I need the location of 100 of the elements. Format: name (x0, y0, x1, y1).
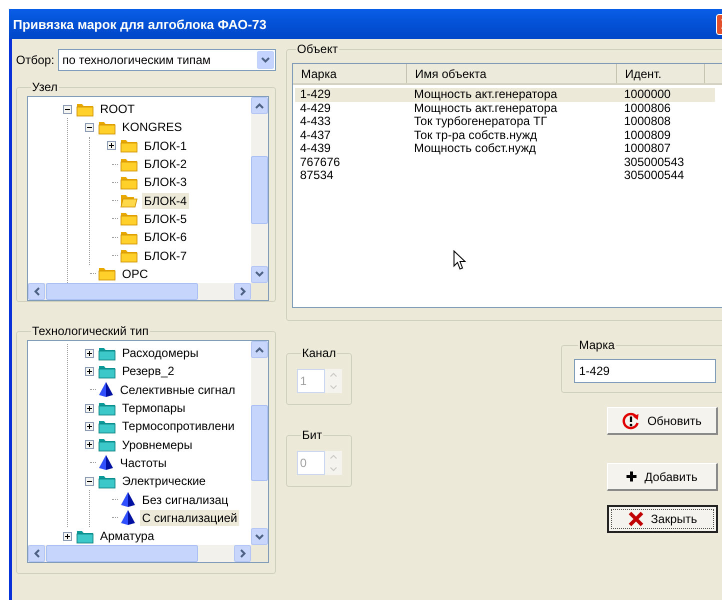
tree-item[interactable]: Без сигнализац (140, 492, 230, 508)
table-cell: 1000807 (624, 141, 671, 155)
table-cell: 4-433 (300, 114, 331, 128)
expand-icon[interactable] (85, 440, 94, 450)
group-label: Марка (578, 339, 616, 351)
expand-icon[interactable] (85, 366, 94, 376)
scroll-right-button[interactable] (234, 545, 251, 562)
collapse-icon[interactable] (85, 476, 94, 486)
column-header[interactable]: Идент. (617, 64, 705, 83)
folder-icon (98, 474, 116, 489)
tree-item[interactable]: БЛОК-7 (142, 248, 189, 264)
scroll-down-button[interactable] (251, 528, 268, 546)
table-cell: 4-437 (300, 128, 331, 142)
action-button[interactable]: Обновить (607, 407, 718, 435)
table-cell: 1000000 (624, 87, 671, 101)
tree-item[interactable]: Термопары (120, 400, 188, 416)
expand-icon[interactable] (63, 532, 72, 541)
tree-view[interactable]: ROOT KONGRES БЛОК-1 БЛОК-2 БЛОК-3 БЛОК-4 БЛОК-5 БЛОК-6 БЛОК-7 OPC (27, 96, 269, 301)
scroll-down-button[interactable] (251, 266, 268, 283)
folder-icon (120, 138, 138, 154)
folder-icon (98, 346, 116, 361)
tree-item[interactable]: Частоты (118, 454, 169, 471)
tree-item[interactable]: БЛОК-1 (142, 138, 189, 154)
folder-icon (120, 211, 138, 226)
tree-item[interactable]: ROOT (98, 101, 137, 118)
list-row[interactable]: 767676 305000543 (295, 156, 715, 169)
action-button[interactable]: Добавить (607, 463, 718, 491)
expand-icon[interactable] (85, 348, 94, 358)
action-button[interactable]: Закрыть (607, 505, 718, 533)
scroll-thumb[interactable] (251, 156, 268, 224)
table-cell: Мощность собст.нужд (414, 141, 536, 155)
filter-dropdown[interactable]: по технологическим типам (58, 49, 276, 71)
vertical-scrollbar[interactable] (251, 97, 268, 283)
folder-icon (120, 156, 138, 172)
chevron-right-icon (240, 549, 246, 558)
list-row[interactable]: 4-439 Мощность собст.нужд 1000807 (295, 142, 715, 156)
expand-icon[interactable] (85, 404, 94, 413)
horizontal-scrollbar[interactable] (28, 282, 251, 300)
tree-item[interactable]: Резерв_2 (120, 363, 176, 380)
expand-icon[interactable] (107, 141, 116, 150)
group-label: Технологический тип (31, 325, 150, 337)
chevron-down-icon (261, 57, 270, 63)
collapse-icon[interactable] (63, 104, 72, 114)
group-label: Объект (296, 43, 339, 55)
horizontal-scrollbar[interactable] (28, 545, 251, 562)
table-cell: 767676 (300, 154, 340, 168)
chevron-down-icon (255, 534, 264, 540)
chevron-down-icon (255, 271, 264, 278)
table-cell: 87534 (300, 168, 334, 182)
scroll-thumb[interactable] (46, 545, 198, 562)
folder-icon (98, 437, 116, 452)
table-cell: 305000543 (624, 154, 684, 168)
column-header[interactable]: Имя объекта (407, 64, 617, 83)
list-row[interactable]: 1-429 Мощность акт.генератора 1000000 (295, 88, 715, 102)
folder-icon (76, 102, 94, 117)
table-cell: 4-439 (300, 141, 331, 155)
table-cell: Мощность акт.генератора (414, 87, 558, 101)
tree-item[interactable]: БЛОК-5 (142, 210, 189, 227)
scroll-left-button[interactable] (28, 282, 45, 300)
cross-icon (628, 511, 644, 527)
plus-icon (626, 471, 638, 482)
tree-item[interactable]: БЛОК-4 (142, 192, 189, 209)
scroll-right-button[interactable] (234, 282, 251, 300)
tree-item[interactable]: Уровнемеры (120, 436, 194, 453)
collapse-icon[interactable] (85, 122, 94, 132)
group-label: Узел (31, 81, 59, 93)
tree-item[interactable]: Электрические (120, 473, 208, 490)
scroll-thumb[interactable] (46, 282, 198, 300)
scroll-up-button[interactable] (251, 97, 268, 114)
table-cell: 1000806 (624, 100, 671, 114)
list-row[interactable]: 87534 305000544 (295, 169, 715, 182)
tree-item[interactable]: Арматура (98, 528, 156, 544)
window-title: Привязка марок для алгоблока ФАО-73 (13, 16, 267, 32)
tree-view[interactable]: Расходомеры Резерв_2 Селективные сигнал Термопары Термосопротивлени Уровнемеры Частоты Электрические Без сигнализац С сигнализацией Арматура (27, 340, 269, 564)
pyramid-icon (120, 509, 136, 526)
vertical-scrollbar[interactable] (251, 341, 268, 546)
tree-item[interactable]: Расходомеры (120, 345, 200, 362)
folder-icon (98, 364, 116, 379)
list-row[interactable]: 4-437 Ток тр-ра собств.нужд 1000809 (295, 128, 715, 142)
tree-item[interactable]: Термосопротивлени (120, 418, 237, 434)
list-row[interactable]: 4-429 Мощность акт.генератора 1000806 (295, 102, 715, 115)
tree-item[interactable]: Селективные сигнал (118, 382, 238, 398)
scroll-left-button[interactable] (28, 545, 45, 562)
tree-item[interactable]: OPC (120, 266, 150, 282)
tree-item[interactable]: KONGRES (120, 119, 184, 136)
scroll-thumb[interactable] (251, 405, 268, 482)
tree-item[interactable]: БЛОК-3 (142, 174, 189, 190)
column-header[interactable]: Марка (293, 64, 407, 83)
list-row[interactable]: 4-433 Ток турбогенератора ТГ 1000808 (295, 115, 715, 128)
scroll-up-button[interactable] (251, 341, 268, 358)
mouse-pointer-icon (453, 250, 466, 271)
chevron-left-icon (34, 286, 40, 296)
folder-icon (76, 528, 94, 544)
mark-field[interactable]: 1-429 (574, 359, 716, 383)
tree-item[interactable]: БЛОК-2 (142, 156, 189, 172)
tree-item[interactable]: БЛОК-6 (142, 229, 189, 246)
tree-item[interactable]: С сигнализацией (140, 510, 240, 526)
expand-icon[interactable] (85, 422, 94, 431)
table-cell: 305000544 (624, 168, 684, 182)
scrollbar-corner (251, 282, 268, 300)
